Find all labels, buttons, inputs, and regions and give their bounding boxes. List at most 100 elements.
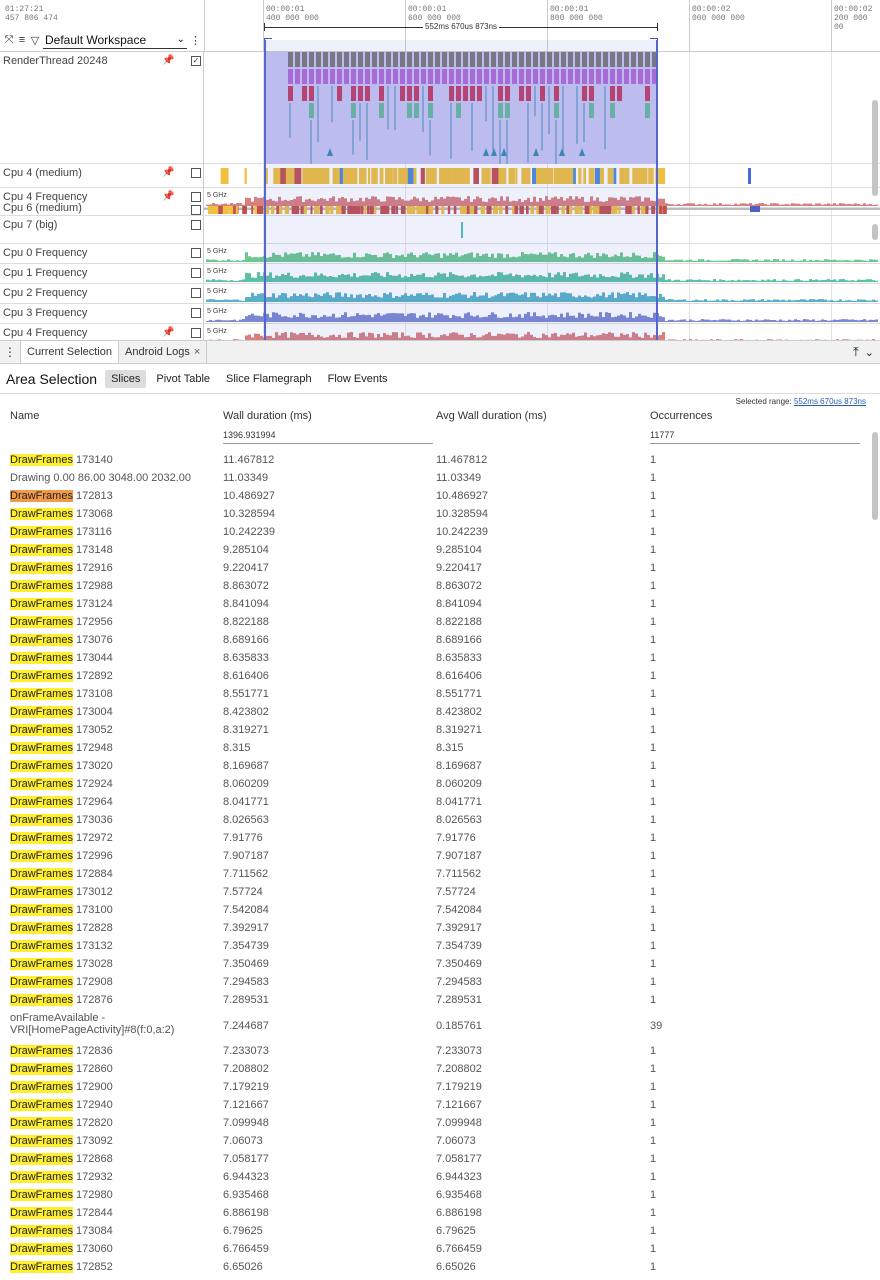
frequency-bar[interactable]	[245, 252, 248, 262]
frequency-bar[interactable]	[401, 295, 404, 302]
cpu4-freq-graph-2[interactable]	[204, 324, 880, 340]
table-row[interactable]: DrawFrames 172884 7.711562 7.711562 1	[0, 866, 870, 884]
frequency-bar[interactable]	[488, 256, 491, 262]
frequency-bar[interactable]	[470, 333, 473, 340]
frequency-bar[interactable]	[221, 280, 224, 282]
frequency-bar[interactable]	[635, 297, 638, 302]
draw-frame-slice[interactable]	[414, 69, 419, 84]
frequency-bar[interactable]	[755, 319, 758, 322]
draw-frame-slice[interactable]	[540, 69, 545, 84]
frequency-bar[interactable]	[449, 333, 452, 340]
frequency-bar[interactable]	[872, 299, 875, 302]
frequency-bar[interactable]	[395, 275, 398, 282]
frequency-bar[interactable]	[470, 274, 473, 282]
draw-frame-slice[interactable]	[603, 52, 608, 67]
frequency-bar[interactable]	[275, 275, 278, 282]
cpu-slice[interactable]	[235, 206, 238, 214]
frequency-bar[interactable]	[416, 257, 419, 262]
table-row[interactable]: DrawFrames 172844 6.886198 6.886198 1	[0, 1205, 870, 1223]
frequency-bar[interactable]	[479, 295, 482, 302]
child-slice[interactable]	[576, 86, 578, 144]
frequency-bar[interactable]	[440, 313, 443, 322]
frequency-bar[interactable]	[323, 253, 326, 262]
frequency-bar[interactable]	[590, 315, 593, 322]
frequency-bar[interactable]	[626, 272, 629, 282]
cpu-slice[interactable]	[244, 168, 247, 184]
draw-frame-slice[interactable]	[554, 86, 559, 101]
slice-name-cell[interactable]: DrawFrames 173060	[10, 1243, 215, 1255]
cpu7-slice[interactable]	[461, 222, 463, 238]
frequency-bar[interactable]	[734, 259, 737, 262]
frequency-bar[interactable]	[830, 300, 833, 302]
frequency-bar[interactable]	[242, 319, 245, 322]
frequency-bar[interactable]	[515, 257, 518, 262]
frequency-bar[interactable]	[584, 332, 587, 340]
draw-frame-slice[interactable]	[645, 103, 650, 118]
draw-frame-slice[interactable]	[470, 69, 475, 84]
frequency-bar[interactable]	[857, 259, 860, 262]
frequency-bar[interactable]	[773, 279, 776, 282]
frequency-bar[interactable]	[284, 293, 287, 302]
frequency-bar[interactable]	[623, 273, 626, 282]
more-vert-icon[interactable]: ⋮	[0, 341, 20, 363]
frequency-bar[interactable]	[284, 316, 287, 322]
frequency-bar[interactable]	[557, 272, 560, 282]
frequency-bar[interactable]	[581, 275, 584, 282]
frequency-bar[interactable]	[407, 277, 410, 282]
frequency-bar[interactable]	[758, 260, 761, 262]
frequency-bar[interactable]	[746, 259, 749, 262]
frequency-bar[interactable]	[425, 292, 428, 302]
draw-frame-slice[interactable]	[407, 69, 412, 84]
frequency-bar[interactable]	[308, 317, 311, 322]
frequency-bar[interactable]	[464, 277, 467, 282]
cpu-slice[interactable]	[325, 206, 330, 214]
frequency-bar[interactable]	[542, 315, 545, 322]
frequency-bar[interactable]	[869, 279, 872, 282]
frequency-bar[interactable]	[479, 317, 482, 322]
child-slice[interactable]	[359, 103, 361, 141]
draw-frame-slice[interactable]	[337, 69, 342, 84]
draw-frame-slice[interactable]	[365, 86, 370, 101]
frequency-bar[interactable]	[866, 320, 869, 322]
frequency-bar[interactable]	[440, 297, 443, 302]
frequency-bar[interactable]	[851, 319, 854, 322]
frequency-bar[interactable]	[281, 274, 284, 282]
frequency-bar[interactable]	[419, 332, 422, 340]
tab-android-logs[interactable]: Android Logs ×	[119, 341, 208, 363]
cpu-slice[interactable]	[580, 206, 583, 214]
frequency-bar[interactable]	[473, 316, 476, 322]
table-row[interactable]: DrawFrames 172996 7.907187 7.907187 1	[0, 848, 870, 866]
draw-frame-slice[interactable]	[526, 52, 531, 67]
frequency-bar[interactable]	[443, 253, 446, 262]
frequency-bar[interactable]	[698, 259, 701, 262]
frequency-bar[interactable]	[665, 279, 668, 282]
frequency-bar[interactable]	[875, 319, 878, 322]
frequency-bar[interactable]	[218, 299, 221, 302]
frequency-bar[interactable]	[377, 273, 380, 282]
frequency-bar[interactable]	[548, 252, 551, 262]
frequency-bar[interactable]	[419, 315, 422, 322]
frequency-bar[interactable]	[428, 312, 431, 322]
frequency-bar[interactable]	[293, 315, 296, 322]
frequency-bar[interactable]	[569, 253, 572, 262]
frequency-bar[interactable]	[419, 255, 422, 262]
cpu-slice[interactable]	[310, 206, 313, 214]
draw-frame-slice[interactable]	[638, 69, 643, 84]
frequency-bar[interactable]	[248, 273, 251, 282]
frequency-bar[interactable]	[365, 295, 368, 302]
frequency-bar[interactable]	[284, 274, 287, 282]
frequency-bar[interactable]	[233, 299, 236, 302]
draw-frame-slice[interactable]	[351, 86, 356, 101]
frequency-bar[interactable]	[743, 280, 746, 282]
frequency-bar[interactable]	[476, 296, 479, 302]
draw-frame-slice[interactable]	[365, 52, 370, 67]
frequency-bar[interactable]	[764, 319, 767, 322]
frequency-bar[interactable]	[674, 259, 677, 262]
frequency-bar[interactable]	[365, 275, 368, 282]
draw-frame-slice[interactable]	[400, 69, 405, 84]
frequency-bar[interactable]	[509, 257, 512, 262]
frequency-bar[interactable]	[716, 299, 719, 302]
frequency-bar[interactable]	[356, 313, 359, 322]
frequency-bar[interactable]	[428, 295, 431, 302]
column-header-name[interactable]: Name	[10, 410, 39, 422]
